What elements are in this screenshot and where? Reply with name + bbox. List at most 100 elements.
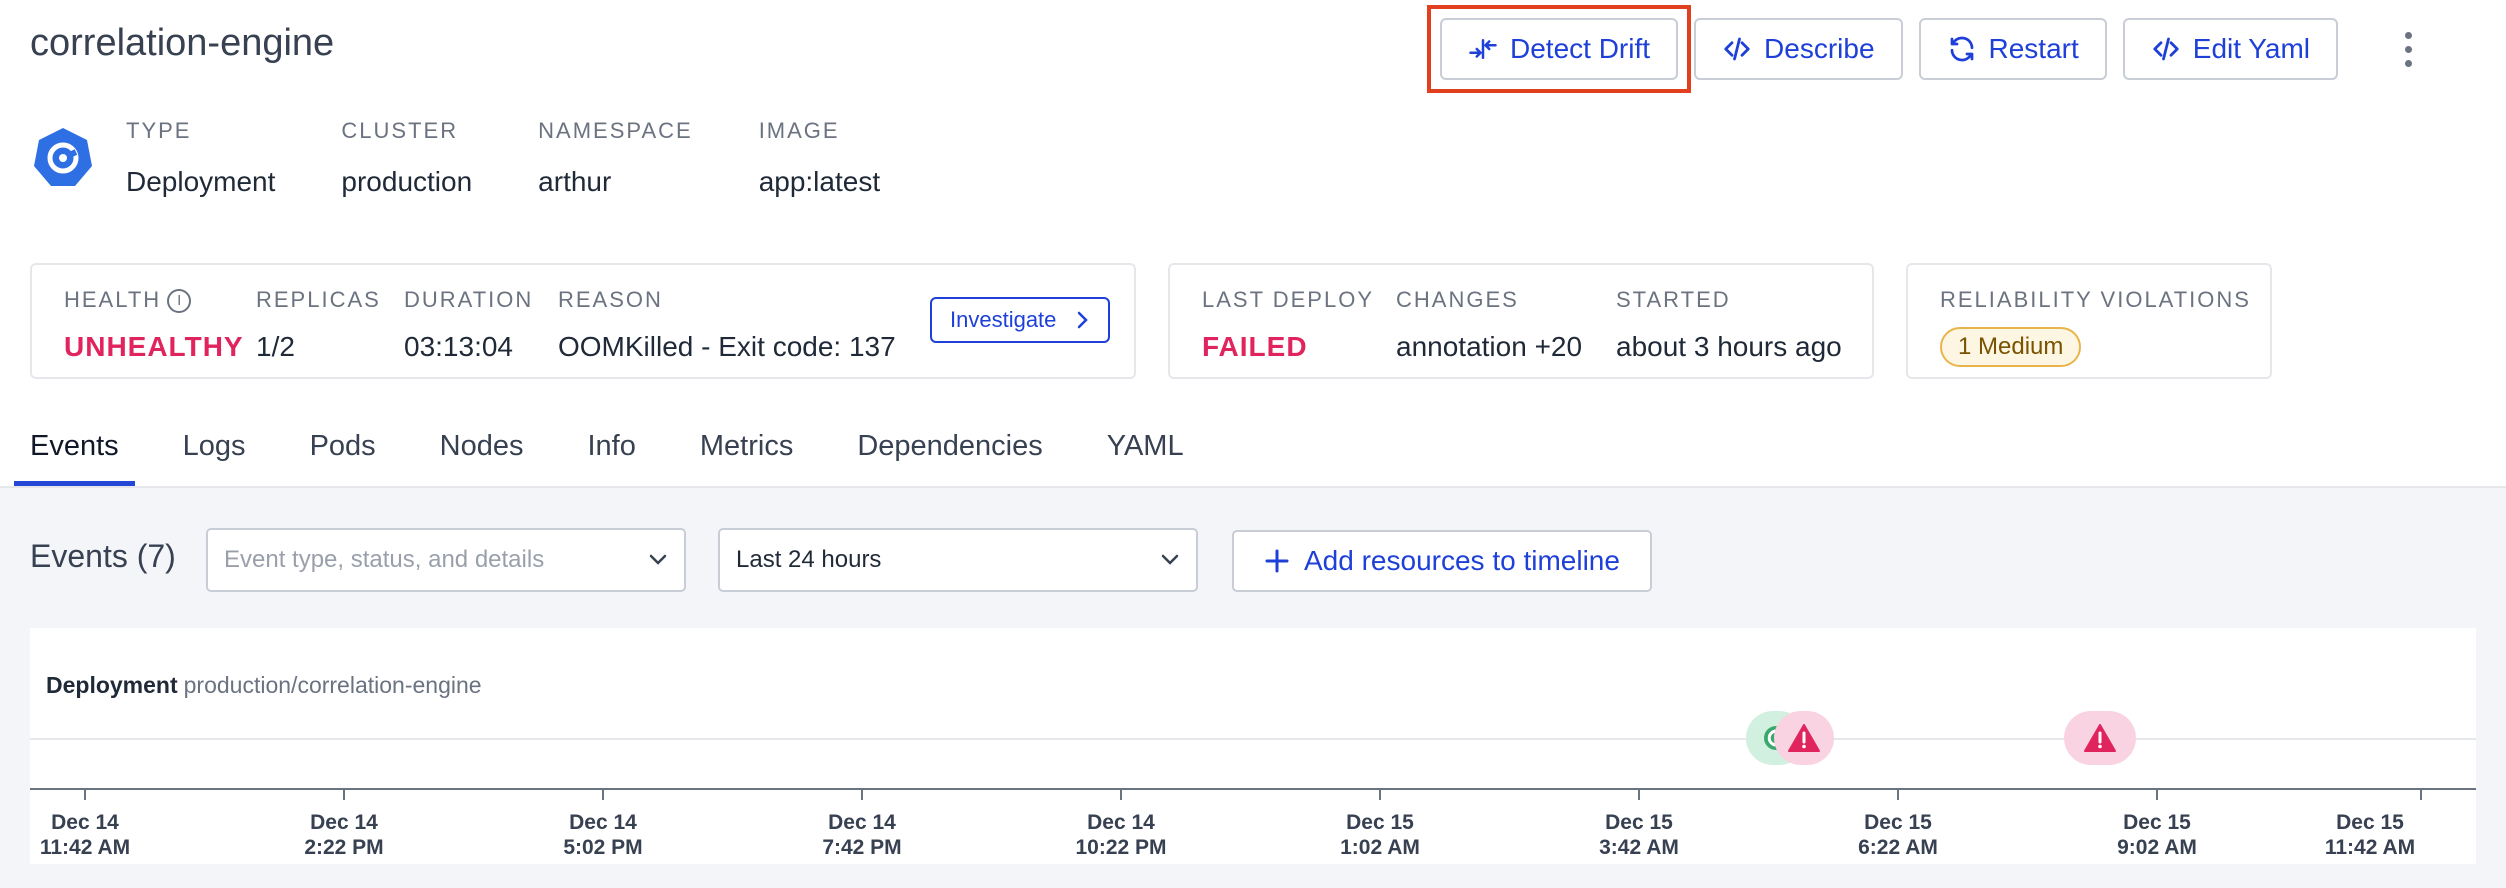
deploy-card: LAST DEPLOY FAILED CHANGES annotation +2… — [1168, 263, 1874, 379]
duration-col: DURATION 03:13:04 — [404, 287, 533, 363]
axis-tick — [861, 788, 863, 800]
started-value: about 3 hours ago — [1616, 331, 1842, 362]
warning-icon — [1788, 724, 1820, 752]
tab-yaml[interactable]: YAML — [1107, 420, 1184, 486]
meta-type: TYPE Deployment — [126, 118, 275, 198]
add-resources-button[interactable]: Add resources to timeline — [1232, 530, 1652, 592]
restart-button[interactable]: Restart — [1918, 18, 2107, 80]
meta-cluster: CLUSTER production — [341, 118, 472, 198]
started-col: STARTED about 3 hours ago — [1616, 287, 1842, 363]
plus-icon — [1265, 549, 1289, 573]
events-timeline: Deployment production/correlation-engine … — [30, 628, 2476, 864]
restart-icon — [1950, 36, 1973, 62]
axis-tick-label: Dec 14 2:22 PM — [304, 811, 384, 859]
axis-tick-label: Dec 15 1:02 AM — [1340, 811, 1420, 859]
time-range-value: Last 24 hours — [736, 546, 882, 573]
axis-tick — [343, 788, 345, 800]
axis-tick — [84, 788, 86, 800]
code-icon — [2153, 37, 2179, 61]
more-options-icon[interactable] — [2388, 18, 2428, 80]
header-actions: Detect Drift Describe Restart Edit Yaml — [1427, 5, 2428, 93]
warning-icon — [2084, 724, 2116, 752]
events-title: Events (7) — [30, 538, 176, 574]
violations-col: RELIABILITY VIOLATIONS 1 Medium — [1940, 287, 2251, 367]
resource-meta: TYPE Deployment CLUSTER production NAMES… — [126, 118, 946, 198]
code-icon — [1724, 37, 1750, 61]
edit-yaml-label: Edit Yaml — [2192, 33, 2311, 64]
axis-tick-label: Dec 15 6:22 AM — [1858, 811, 1938, 859]
warning-event-marker[interactable] — [2064, 711, 2136, 765]
axis-tick-label: Dec 14 5:02 PM — [563, 811, 643, 859]
changes-value[interactable]: annotation +20 — [1396, 331, 1582, 363]
tab-events[interactable]: Events — [14, 420, 135, 486]
tab-pods[interactable]: Pods — [310, 420, 376, 486]
chevron-down-icon — [649, 554, 667, 565]
tab-info[interactable]: Info — [588, 420, 636, 486]
started-label: STARTED — [1616, 287, 1731, 312]
meta-cluster-label: CLUSTER — [341, 118, 459, 143]
axis-tick — [2420, 788, 2422, 800]
duration-value: 03:13:04 — [404, 331, 513, 362]
detect-drift-button[interactable]: Detect Drift — [1440, 18, 1679, 80]
timeline-axis — [30, 788, 2476, 790]
timeline-resource-path: production/correlation-engine — [183, 672, 482, 698]
health-col: HEALTH i UNHEALTHY — [64, 287, 244, 363]
investigate-button[interactable]: Investigate — [930, 297, 1111, 343]
chevron-right-icon — [1078, 311, 1089, 329]
describe-button[interactable]: Describe — [1694, 18, 1903, 80]
violations-card: RELIABILITY VIOLATIONS 1 Medium — [1906, 263, 2272, 379]
axis-tick — [1120, 788, 1122, 800]
deployment-icon — [34, 128, 92, 186]
time-range-select[interactable]: Last 24 hours — [718, 528, 1198, 592]
meta-type-label: TYPE — [126, 118, 192, 143]
last-deploy-label: LAST DEPLOY — [1202, 287, 1374, 312]
changes-col: CHANGES annotation +20 — [1396, 287, 1582, 363]
replicas-value: 1/2 — [256, 331, 295, 362]
axis-tick-label: Dec 15 3:42 AM — [1599, 811, 1679, 859]
chevron-down-icon — [1161, 554, 1179, 565]
last-deploy-value: FAILED — [1202, 331, 1308, 362]
events-panel: Events (7) Event type, status, and detai… — [0, 488, 2506, 888]
investigate-label: Investigate — [950, 307, 1057, 332]
page-title: correlation-engine — [30, 22, 335, 64]
warning-event-marker[interactable] — [1774, 711, 1834, 765]
event-filter-placeholder: Event type, status, and details — [224, 546, 545, 573]
changes-label: CHANGES — [1396, 287, 1519, 312]
violations-badge[interactable]: 1 Medium — [1940, 327, 2082, 367]
meta-image-value: app:latest — [758, 166, 881, 197]
duration-label: DURATION — [404, 287, 534, 312]
tab-bar: Events Logs Pods Nodes Info Metrics Depe… — [14, 420, 1248, 486]
axis-tick — [1638, 788, 1640, 800]
detect-drift-label: Detect Drift — [1510, 33, 1651, 64]
axis-tick — [1379, 788, 1381, 800]
health-label: HEALTH i — [64, 287, 244, 314]
meta-image-label: IMAGE — [758, 118, 840, 143]
axis-tick — [602, 788, 604, 800]
axis-tick-label: Dec 15 9:02 AM — [2117, 811, 2197, 859]
axis-tick-label: Dec 14 7:42 PM — [822, 811, 902, 859]
timeline-resource-kind: Deployment — [46, 672, 178, 698]
tab-nodes[interactable]: Nodes — [440, 420, 524, 486]
drift-icon — [1469, 39, 1497, 59]
timeline-resource-label: Deployment production/correlation-engine — [46, 672, 482, 699]
tab-dependencies[interactable]: Dependencies — [857, 420, 1042, 486]
meta-cluster-value: production — [341, 166, 473, 197]
reason-label: REASON — [558, 287, 663, 312]
tab-metrics[interactable]: Metrics — [700, 420, 793, 486]
restart-label: Restart — [1988, 33, 2079, 64]
event-filter-select[interactable]: Event type, status, and details — [206, 528, 686, 592]
reason-col: REASON OOMKilled - Exit code: 137 — [558, 287, 896, 363]
edit-yaml-button[interactable]: Edit Yaml — [2122, 18, 2339, 80]
info-icon[interactable]: i — [167, 289, 192, 314]
axis-tick — [1897, 788, 1899, 800]
last-deploy-col: LAST DEPLOY FAILED — [1202, 287, 1374, 363]
axis-tick — [2156, 788, 2158, 800]
reason-value: OOMKilled - Exit code: 137 — [558, 331, 896, 362]
axis-tick-label: Dec 15 11:42 AM — [2324, 811, 2416, 859]
meta-image: IMAGE app:latest — [759, 118, 880, 198]
detect-drift-wrapper: Detect Drift — [1427, 5, 1692, 93]
health-value: UNHEALTHY — [64, 331, 244, 363]
tab-logs[interactable]: Logs — [183, 420, 246, 486]
violations-label: RELIABILITY VIOLATIONS — [1940, 287, 2251, 312]
health-card: HEALTH i UNHEALTHY REPLICAS 1/2 DURATION … — [30, 263, 1136, 379]
